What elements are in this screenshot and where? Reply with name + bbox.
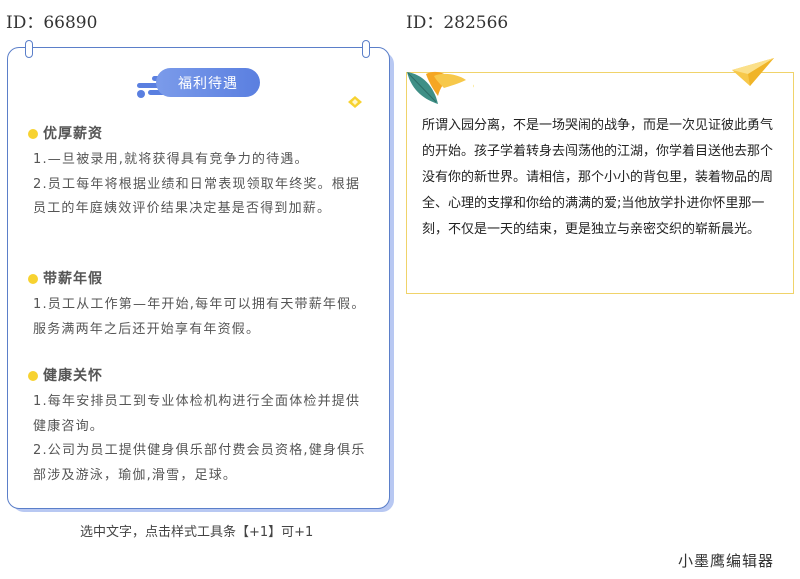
section-title: 带薪年假: [43, 268, 115, 292]
leaf-icon: [407, 71, 474, 104]
section-line: 2.员工每年将根据业绩和日常表现领取年终奖。根据员工的年庭姨效评价结果决定基是否…: [33, 176, 361, 217]
section-line: 1.—旦被录用,就将获得具有竞争力的待遇。: [33, 152, 309, 167]
section-header: 带薪年假: [28, 268, 115, 292]
template-id-left: ID：66890: [6, 13, 98, 33]
clip-icon: [25, 40, 33, 58]
paper-plane-icon: [732, 58, 774, 86]
section-title: 健康关怀: [43, 365, 115, 389]
section-body[interactable]: 1.员工从工作第—年开始,每年可以拥有天带薪年假。服务满两年之后还开始享有年资假…: [33, 293, 373, 342]
section-line: 2.公司为员工提供健身俱乐部付费会员资格,健身俱乐部涉及游泳，瑜伽,滑雪，足球。: [33, 443, 366, 483]
bullet-dot-icon: [28, 274, 38, 284]
section-header: 健康关怀: [28, 365, 115, 389]
section-body[interactable]: 1.—旦被录用,就将获得具有竞争力的待遇。 2.员工每年将根据业绩和日常表现领取…: [33, 148, 373, 222]
banner-title: 福利待遇: [156, 68, 260, 97]
section-body[interactable]: 1.每年安排员工到专业体检机构进行全面体检并提供健康咨询。 2.公司为员工提供健…: [33, 390, 373, 488]
section-title: 优厚薪资: [43, 123, 115, 147]
section-line: 1.每年安排员工到专业体检机构进行全面体检并提供健康咨询。: [33, 394, 361, 434]
template-caption: 选中文字，点击样式工具条【+1】可+1: [80, 525, 314, 540]
section-header: 优厚薪资: [28, 123, 115, 147]
clip-icon: [362, 40, 370, 58]
section-line: 1.员工从工作第—年开始,每年可以拥有天带薪年假。服务满两年之后还开始享有年资假…: [33, 297, 366, 337]
bullet-dot-icon: [28, 129, 38, 139]
template-id-right: ID：282566: [406, 13, 509, 33]
editor-brand: 小墨鹰编辑器: [678, 552, 775, 570]
bullet-dot-icon: [28, 371, 38, 381]
text-box-content[interactable]: 所谓入园分离，不是一场哭闹的战争，而是一次见证彼此勇气的开始。孩子学着转身去闯荡…: [422, 113, 780, 243]
diamond-icon: [348, 96, 362, 108]
